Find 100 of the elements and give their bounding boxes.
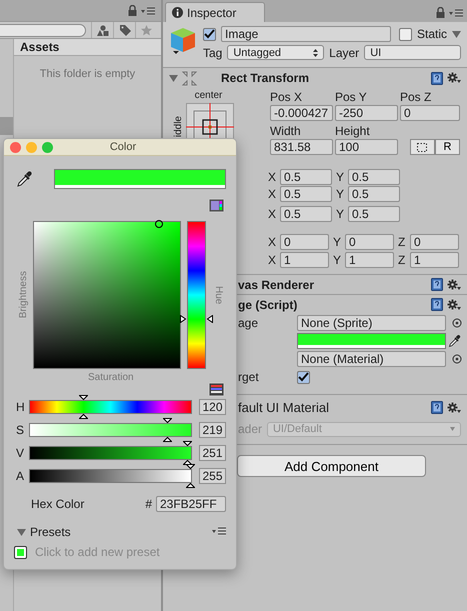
channel-value-field[interactable]: 255 <box>199 468 226 484</box>
help-icon[interactable] <box>431 401 443 414</box>
tag-dropdown[interactable]: Untagged <box>227 45 324 60</box>
slider-thumb[interactable] <box>183 441 192 465</box>
hue-marker[interactable] <box>180 315 213 324</box>
active-checkbox[interactable] <box>202 28 216 40</box>
channel-value-field[interactable]: 219 <box>199 422 226 438</box>
number-field[interactable]: 1 <box>280 252 329 268</box>
layer-label: Layer <box>329 46 360 60</box>
brightness-label: Brightness <box>18 271 29 319</box>
axis-label: X <box>268 235 276 249</box>
channel-label: A <box>16 469 24 483</box>
foldout-icon[interactable] <box>17 528 26 536</box>
static-dropdown-icon[interactable] <box>452 30 461 38</box>
menu-icon[interactable] <box>212 527 226 535</box>
channel-label: V <box>16 446 24 460</box>
channel-slider[interactable] <box>29 464 192 488</box>
number-field[interactable]: 100 <box>334 139 398 155</box>
hue-slider[interactable] <box>180 221 213 369</box>
lock-icon[interactable] <box>436 7 445 18</box>
gear-icon[interactable] <box>447 402 461 414</box>
channel-value-field[interactable]: 120 <box>199 399 226 415</box>
hash-label: # <box>145 497 152 511</box>
object-picker-icon[interactable] <box>452 354 462 364</box>
number-field[interactable]: 0 <box>344 234 394 250</box>
component-title: vas Renderer <box>238 278 314 292</box>
inspector-tab[interactable]: Inspector <box>164 2 265 22</box>
picker-ring[interactable] <box>155 220 164 228</box>
preset-swatch[interactable] <box>14 546 27 558</box>
number-field[interactable]: 0.5 <box>348 186 400 202</box>
number-field[interactable]: 0 <box>400 105 460 121</box>
number-field[interactable]: 1 <box>410 252 459 268</box>
menu-icon[interactable] <box>140 6 155 14</box>
object-picker-icon[interactable] <box>452 318 462 328</box>
channel-label: H <box>16 400 24 414</box>
number-field[interactable]: 0.5 <box>348 206 400 222</box>
add-component-button[interactable]: Add Component <box>236 455 426 477</box>
channel-value-field[interactable]: 251 <box>199 445 226 461</box>
hex-field[interactable]: 23FB25FF <box>156 496 226 512</box>
slider-thumb[interactable] <box>186 464 195 488</box>
caret-icon <box>450 427 455 431</box>
number-field[interactable]: -0.000427 <box>270 105 333 121</box>
number-field[interactable]: 831.58 <box>270 139 333 155</box>
slider-thumb[interactable] <box>78 395 88 419</box>
slider-mode-icon[interactable] <box>209 383 224 396</box>
number-field[interactable]: 0 <box>410 234 459 250</box>
help-icon[interactable] <box>431 298 443 311</box>
hex-color-label: Hex Color <box>31 497 84 511</box>
name-field[interactable]: Image <box>220 26 391 42</box>
saturation-label: Saturation <box>88 372 134 383</box>
dotted-rectangle-icon <box>417 142 428 152</box>
axis-label: Z <box>398 235 406 249</box>
layer-dropdown[interactable]: UI <box>364 45 461 60</box>
window-title: Color <box>110 141 138 153</box>
raycast-checkbox[interactable] <box>296 370 310 384</box>
material-title: fault UI Material <box>238 400 330 415</box>
channel-slider[interactable] <box>29 395 192 419</box>
channel-slider[interactable] <box>29 418 192 442</box>
tag-label: Tag <box>202 46 222 60</box>
number-field[interactable]: 0.5 <box>280 206 332 222</box>
updown-caret-icon <box>313 48 318 56</box>
object-field[interactable]: None (Sprite) <box>296 315 446 331</box>
axis-label: Y <box>332 235 341 249</box>
number-field[interactable]: 1 <box>344 252 394 268</box>
number-field[interactable]: -250 <box>334 105 398 121</box>
saturation-brightness-square[interactable] <box>33 221 181 369</box>
object-field[interactable]: None (Material) <box>296 351 446 367</box>
number-field[interactable]: 0.5 <box>348 169 400 185</box>
axis-label: X <box>268 253 276 267</box>
search-field[interactable] <box>0 24 86 36</box>
star-icon <box>141 24 152 36</box>
number-field[interactable]: 0 <box>280 234 329 250</box>
info-icon <box>172 7 183 18</box>
channel-label: S <box>16 423 24 437</box>
field-label: Pos Z <box>400 90 432 104</box>
gear-icon[interactable] <box>447 278 461 290</box>
blueprint-mode-button[interactable] <box>410 139 435 155</box>
gear-icon[interactable] <box>447 298 461 310</box>
lock-icon[interactable] <box>128 5 137 16</box>
eyedropper-icon[interactable] <box>448 334 462 348</box>
menu-icon[interactable] <box>449 8 463 16</box>
raw-edit-button[interactable]: R <box>434 139 460 155</box>
axis-label: X <box>268 187 276 201</box>
color-palette-icon[interactable] <box>209 199 224 212</box>
foldout-icon[interactable] <box>168 74 178 82</box>
help-icon[interactable] <box>431 278 443 291</box>
channel-slider[interactable] <box>29 441 192 465</box>
help-icon[interactable] <box>431 72 443 84</box>
gear-icon[interactable] <box>447 72 461 84</box>
property-label: age <box>238 316 258 330</box>
number-field[interactable]: 0.5 <box>280 169 332 185</box>
number-field[interactable]: 0.5 <box>280 186 332 202</box>
assets-header: Assets <box>14 39 161 56</box>
axis-label: Y <box>336 207 344 221</box>
eyedropper-icon[interactable] <box>16 170 34 188</box>
color-field[interactable] <box>296 333 446 349</box>
static-label: Static <box>416 27 447 41</box>
static-checkbox[interactable] <box>398 28 412 40</box>
component-title: ge (Script) <box>238 298 298 312</box>
slider-thumb[interactable] <box>163 418 172 442</box>
